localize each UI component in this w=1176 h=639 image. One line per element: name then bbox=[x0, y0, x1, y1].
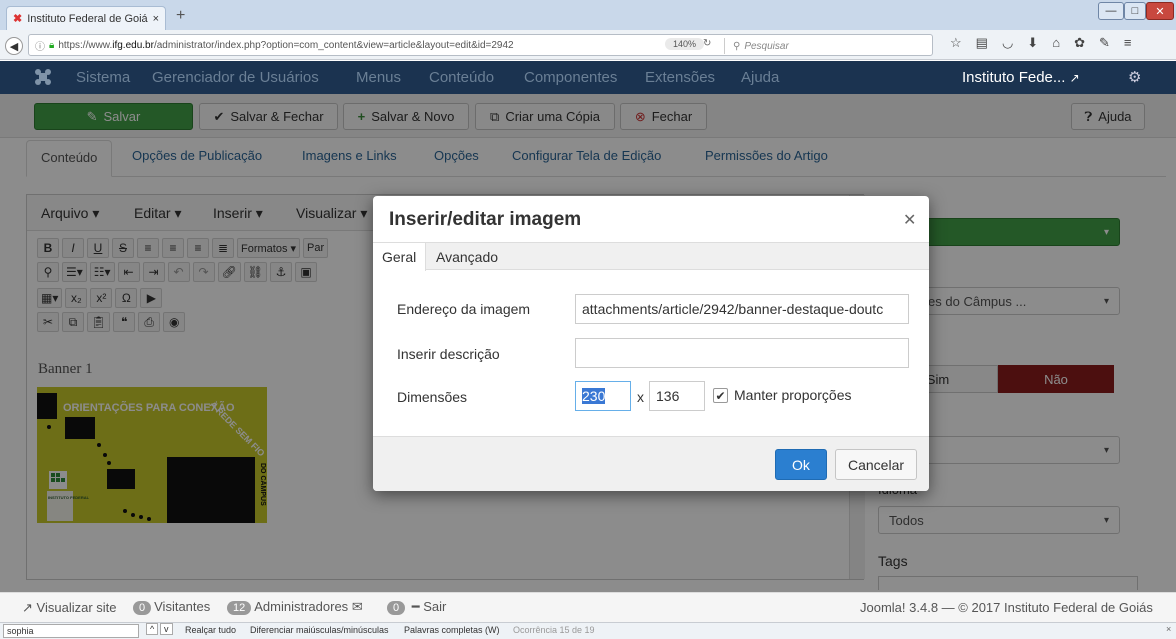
minimize-icon[interactable]: — bbox=[1098, 2, 1124, 20]
search-icon: ⚲ bbox=[733, 40, 741, 52]
keep-ratio-label: Manter proporções bbox=[734, 387, 852, 403]
pen-icon[interactable]: ✎ bbox=[1099, 35, 1110, 51]
url-path: /administrator/index.php?option=com_cont… bbox=[153, 39, 514, 51]
maximize-icon[interactable]: □ bbox=[1124, 2, 1146, 20]
ok-button[interactable]: Ok bbox=[775, 449, 827, 480]
search-input[interactable]: ⚲ Pesquisar bbox=[724, 38, 960, 54]
check-icon: ✔ bbox=[715, 388, 726, 403]
view-site-label: Visualizar site bbox=[36, 600, 117, 615]
nav-sistema[interactable]: Sistema bbox=[76, 69, 130, 86]
dialog-footer: Ok Cancelar bbox=[373, 436, 929, 491]
browser-toolbar-icons: ☆ ▤ ◡ ⬇ ⌂ ✿ ✎ ≡ bbox=[950, 35, 1131, 51]
height-input[interactable]: 136 bbox=[649, 381, 705, 411]
reading-list-icon[interactable]: ▤ bbox=[976, 35, 988, 51]
messages-badge: 0 bbox=[387, 601, 406, 615]
close-tab-icon[interactable]: × bbox=[153, 13, 159, 25]
view-site-link[interactable]: ↗ Visualizar site bbox=[22, 600, 117, 616]
nav-help[interactable]: Ajuda bbox=[741, 69, 779, 86]
visitors-label: Visitantes bbox=[154, 599, 211, 614]
info-icon: ⓘ bbox=[35, 41, 45, 53]
envelope-icon: ✉ bbox=[351, 599, 363, 614]
dialog-tabs: Geral Avançado bbox=[373, 242, 929, 271]
cancel-button[interactable]: Cancelar bbox=[835, 449, 917, 480]
occurrence-count: Ocorrência 15 de 19 bbox=[513, 625, 595, 635]
status-footer: ↗ Visualizar site 0 Visitantes 12 Administ… bbox=[0, 592, 1176, 622]
admins-badge: 12 bbox=[227, 601, 252, 615]
dialog-title: Inserir/editar imagem bbox=[389, 209, 582, 230]
highlight-all-toggle[interactable]: Realçar tudo bbox=[185, 625, 236, 635]
find-previous-icon[interactable]: ^ bbox=[146, 623, 159, 635]
match-case-toggle[interactable]: Diferenciar maiúsculas/minúsculas bbox=[250, 625, 389, 635]
admins-status: 12 Administradores ✉ bbox=[224, 599, 363, 615]
logout-link[interactable]: 0 ━ Sair bbox=[384, 599, 446, 615]
browser-tab-title: Instituto Federal de Goiás -... bbox=[27, 12, 148, 25]
nav-menus[interactable]: Menus bbox=[356, 69, 401, 86]
description-input[interactable] bbox=[575, 338, 909, 368]
bookmark-star-icon[interactable]: ☆ bbox=[950, 35, 962, 51]
nav-components[interactable]: Componentes bbox=[524, 69, 617, 86]
download-icon[interactable]: ⬇ bbox=[1027, 35, 1038, 51]
site-name-link[interactable]: Instituto Fede... ↗ bbox=[962, 69, 1080, 86]
visitors-badge: 0 bbox=[133, 601, 152, 615]
joomla-top-nav: Sistema Gerenciador de Usuários Menus Co… bbox=[0, 61, 1176, 94]
width-value: 230 bbox=[582, 388, 606, 404]
tab-advanced[interactable]: Avançado bbox=[427, 243, 507, 271]
browser-tab-bar: ✖ Instituto Federal de Goiás -... × + — … bbox=[0, 0, 1176, 30]
browser-tab[interactable]: ✖ Instituto Federal de Goiás -... × bbox=[6, 6, 166, 30]
width-input[interactable]: 230 bbox=[575, 381, 631, 411]
minus-icon: ━ bbox=[408, 599, 424, 614]
logout-label: Sair bbox=[423, 599, 447, 614]
copyright-text: Joomla! 3.4.8 — © 2017 Instituto Federal… bbox=[860, 600, 1153, 615]
external-link-icon: ↗ bbox=[1069, 71, 1080, 85]
search-placeholder: Pesquisar bbox=[744, 40, 789, 52]
image-source-input[interactable]: attachments/article/2942/banner-destaque… bbox=[575, 294, 909, 324]
whole-words-toggle[interactable]: Palavras completas (W) bbox=[404, 625, 500, 635]
lock-icon: 🔒︎ bbox=[49, 39, 55, 51]
home-icon[interactable]: ⌂ bbox=[1052, 35, 1060, 51]
image-source-label: Endereço da imagem bbox=[397, 301, 531, 317]
find-next-icon[interactable]: v bbox=[160, 623, 173, 635]
url-domain: ifg.edu.br bbox=[112, 39, 154, 51]
image-dialog: Inserir/editar imagem ✕ Geral Avançado E… bbox=[373, 196, 929, 491]
nav-extensions[interactable]: Extensões bbox=[645, 69, 715, 86]
nav-user-manager[interactable]: Gerenciador de Usuários bbox=[152, 69, 319, 86]
new-tab-icon[interactable]: + bbox=[176, 7, 185, 25]
tab-general[interactable]: Geral bbox=[373, 243, 427, 271]
nav-content[interactable]: Conteúdo bbox=[429, 69, 494, 86]
dimension-separator: x bbox=[637, 389, 644, 405]
dimensions-label: Dimensões bbox=[397, 389, 468, 405]
extension-icon[interactable]: ✿ bbox=[1074, 35, 1085, 51]
close-window-icon[interactable]: ✕ bbox=[1146, 2, 1174, 20]
url-bar[interactable]: ⓘ 🔒︎ https://www. ifg.edu.br/administrato… bbox=[28, 34, 933, 56]
back-icon[interactable]: ◀ bbox=[5, 37, 23, 55]
close-find-icon[interactable]: × bbox=[1166, 624, 1171, 634]
zoom-level[interactable]: 140% bbox=[665, 38, 705, 50]
url-prefix: https://www. bbox=[58, 39, 113, 51]
close-icon[interactable]: ✕ bbox=[903, 210, 916, 230]
description-label: Inserir descrição bbox=[397, 346, 500, 362]
joomla-favicon-icon: ✖ bbox=[13, 13, 23, 25]
admins-label: Administradores bbox=[254, 599, 349, 614]
keep-ratio-checkbox[interactable]: ✔ bbox=[713, 388, 728, 403]
hamburger-menu-icon[interactable]: ≡ bbox=[1124, 35, 1132, 51]
reload-icon[interactable]: ↻ bbox=[703, 38, 711, 49]
find-bar: sophia ^ v Realçar tudo Diferenciar maiú… bbox=[0, 622, 1176, 639]
external-link-icon: ↗ bbox=[22, 600, 33, 615]
settings-gear-icon[interactable]: ⚙ bbox=[1128, 68, 1141, 86]
site-name: Instituto Fede... bbox=[962, 69, 1066, 86]
joomla-logo-icon[interactable] bbox=[34, 68, 52, 86]
find-input[interactable]: sophia bbox=[3, 624, 139, 638]
visitors-status: 0 Visitantes bbox=[130, 599, 210, 615]
pocket-icon[interactable]: ◡ bbox=[1002, 35, 1013, 51]
